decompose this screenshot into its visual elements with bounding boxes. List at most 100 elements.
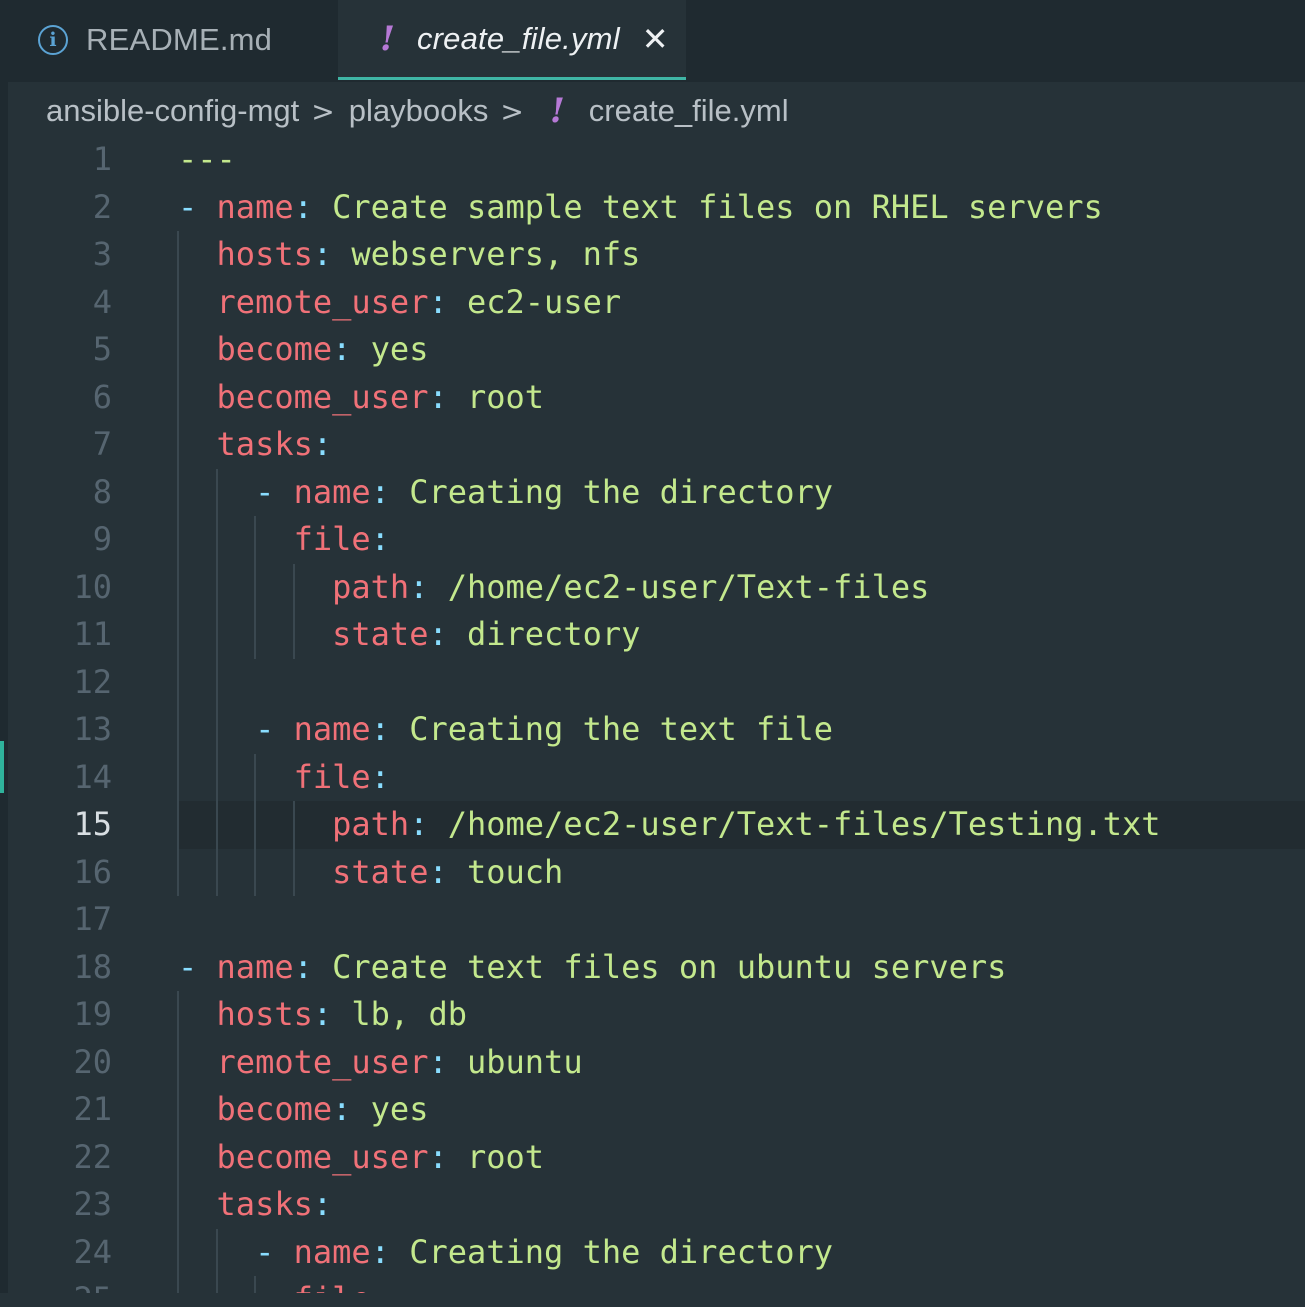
activity-edge: [0, 82, 8, 1307]
indent-guide: [177, 231, 179, 896]
code-text: become: yes: [178, 1086, 429, 1134]
token-colon: :: [312, 425, 333, 463]
code-text: - name: Create text files on ubuntu serv…: [178, 944, 1006, 992]
code-text: - name: Creating the directory: [178, 469, 833, 517]
code-text: become: yes: [178, 326, 429, 374]
token-key: become_user: [216, 1137, 429, 1176]
code-text: path: /home/ec2-user/Text-files: [178, 564, 929, 612]
token-value: root: [466, 377, 545, 416]
indent-guide: [254, 753, 256, 896]
editor-window: i README.md ! create_file.yml ✕ ansible-…: [0, 0, 1305, 1307]
code-line[interactable]: 6 become_user: root: [8, 374, 1305, 422]
token-dash: -: [255, 472, 294, 511]
token-colon: :: [370, 710, 410, 748]
code-editor[interactable]: 1 --- 2- name: Create sample text files on…: [8, 136, 1305, 1293]
token-key: path: [332, 805, 410, 843]
token-colon: :: [428, 852, 467, 891]
code-line[interactable]: 21 become: yes: [8, 1086, 1305, 1134]
line-number: 25: [8, 1276, 112, 1293]
line-number: 20: [73, 1042, 112, 1081]
token-key: name: [216, 187, 294, 226]
indent-guide: [292, 801, 295, 896]
token-value: Creating the directory: [409, 472, 834, 511]
code-line[interactable]: 15 path: /home/ec2-user/Text-files/Testi…: [8, 801, 1305, 849]
tab-readme[interactable]: i README.md: [38, 0, 272, 80]
yaml-exclamation-icon: !: [549, 91, 565, 131]
code-line[interactable]: 11 state: directory: [8, 611, 1305, 659]
tab-create-file[interactable]: ! create_file.yml ✕: [338, 0, 686, 80]
token-colon: :: [409, 805, 448, 843]
token-value: directory: [466, 615, 641, 653]
token-key: path: [332, 567, 410, 606]
code-text: state: touch: [178, 849, 563, 897]
code-line[interactable]: 12: [8, 659, 1305, 707]
token-colon: :: [371, 1280, 390, 1293]
line-number: 6: [92, 377, 112, 416]
token-key: name: [293, 710, 371, 748]
code-line[interactable]: 25 file:: [8, 1276, 1305, 1293]
token-colon: :: [370, 757, 390, 796]
line-number: 1: [92, 140, 112, 178]
indent-guide: [254, 1276, 256, 1293]
code-line[interactable]: 7 tasks:: [8, 421, 1305, 469]
breadcrumb-item-file[interactable]: create_file.yml: [589, 93, 789, 129]
line-number: 16: [73, 852, 112, 891]
token-value: yes: [370, 1090, 429, 1128]
token-key: file: [293, 757, 371, 796]
token-key: name: [216, 947, 294, 986]
token-colon: :: [312, 235, 352, 273]
breadcrumb-item-playbooks[interactable]: playbooks: [349, 93, 489, 129]
token-key: tasks: [216, 1185, 313, 1223]
line-number: 9: [92, 520, 112, 558]
code-line[interactable]: 16 state: touch: [8, 849, 1305, 897]
close-icon[interactable]: ✕: [642, 20, 669, 58]
line-number: 8: [92, 472, 112, 511]
token-key: remote_user: [216, 1042, 429, 1081]
code-line[interactable]: 10 path: /home/ec2-user/Text-files: [8, 564, 1305, 612]
git-change-marker: [0, 741, 4, 793]
code-line[interactable]: 19 hosts: lb, db: [8, 991, 1305, 1039]
code-line[interactable]: 1 ---: [8, 136, 1305, 184]
code-line[interactable]: 23 tasks:: [8, 1181, 1305, 1229]
token-value: ---: [178, 140, 236, 178]
code-line[interactable]: 5 become: yes: [8, 326, 1305, 374]
code-text: file:: [178, 754, 390, 802]
code-line[interactable]: 22 become_user: root: [8, 1134, 1305, 1182]
token-value: root: [466, 1137, 545, 1176]
token-colon: :: [428, 282, 467, 321]
breadcrumb-item-folder[interactable]: ansible-config-mgt: [46, 93, 299, 129]
token-key: file: [294, 1280, 371, 1293]
code-line[interactable]: 4 remote_user: ec2-user: [8, 279, 1305, 327]
token-colon: :: [428, 1137, 467, 1176]
token-key: become: [216, 1090, 333, 1128]
chevron-right-icon: >: [311, 94, 335, 128]
code-line[interactable]: 8 - name: Creating the directory: [8, 469, 1305, 517]
code-text: hosts: webservers, nfs: [178, 231, 641, 279]
code-line[interactable]: 18 - name: Create text files on ubuntu se…: [8, 944, 1305, 992]
code-line[interactable]: 24 - name: Creating the directory: [8, 1229, 1305, 1277]
code-line[interactable]: 2 - name: Create sample text files on RHE…: [8, 184, 1305, 232]
line-number: 17: [73, 900, 112, 938]
code-line[interactable]: 20 remote_user: ubuntu: [8, 1039, 1305, 1087]
code-line[interactable]: 3 hosts: webservers, nfs: [8, 231, 1305, 279]
token-value: ec2-user: [466, 282, 622, 321]
code-line[interactable]: 14 file:: [8, 754, 1305, 802]
code-text: remote_user: ubuntu: [178, 1039, 583, 1087]
token-value: webservers, nfs: [351, 235, 641, 273]
token-value: lb, db: [351, 995, 467, 1033]
token-colon: :: [409, 567, 448, 606]
code-line[interactable]: 17: [8, 896, 1305, 944]
code-line[interactable]: 13 - name: Creating the text file: [8, 706, 1305, 754]
code-line[interactable]: 9 file:: [8, 516, 1305, 564]
code-text: file:: [178, 516, 390, 564]
token-dash: -: [255, 710, 294, 748]
code-text: - name: Creating the directory: [178, 1229, 833, 1277]
token-value: yes: [370, 330, 429, 368]
line-number: 11: [73, 615, 112, 653]
